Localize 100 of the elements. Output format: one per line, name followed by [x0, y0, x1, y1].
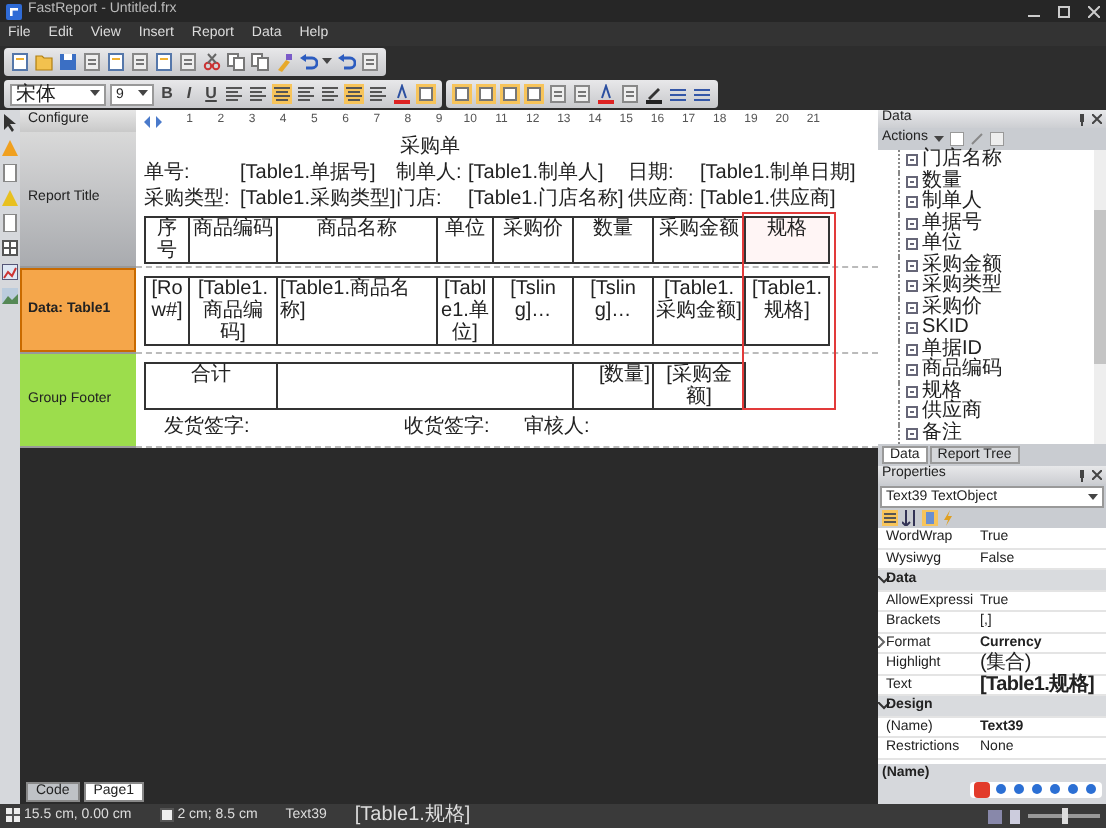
categories-icon[interactable]: [882, 510, 898, 526]
sheet-icon[interactable]: [360, 52, 380, 72]
caret-icon[interactable]: [322, 58, 332, 66]
sheet-icon[interactable]: [82, 52, 102, 72]
chevron-icon[interactable]: [878, 576, 890, 584]
sort-icon[interactable]: [902, 510, 918, 526]
lines-icon[interactable]: [668, 84, 688, 104]
data-field[interactable]: 制单人: [922, 192, 982, 213]
property-value: (集合): [980, 654, 1033, 674]
chevron-icon[interactable]: [878, 635, 886, 648]
align-icon[interactable]: [224, 84, 244, 104]
sheet-icon[interactable]: [949, 132, 964, 146]
pen-icon[interactable]: [644, 84, 664, 104]
data-field[interactable]: 规格: [922, 381, 962, 402]
slider-thumb[interactable]: [1061, 808, 1067, 824]
save-icon[interactable]: [58, 52, 78, 72]
maximize-icon[interactable]: [1058, 5, 1070, 17]
arrows-icon[interactable]: [144, 115, 162, 127]
signature-label: 发货签字:: [164, 416, 252, 438]
data-field[interactable]: 单据ID: [922, 339, 982, 360]
data-field[interactable]: 供应商: [922, 402, 982, 423]
signature-label: 审核人:: [524, 416, 592, 438]
table-cell: [Table1.采购金额]: [652, 276, 746, 346]
data-field[interactable]: 采购类型: [922, 276, 1002, 297]
page-icon[interactable]: [106, 52, 126, 72]
close-icon[interactable]: [1092, 469, 1102, 479]
align-icon[interactable]: [344, 84, 364, 104]
field-icon: [906, 259, 918, 272]
format-button[interactable]: I: [180, 84, 198, 104]
color-icon[interactable]: [596, 84, 616, 104]
field-value: [Table1.单据号]: [240, 162, 378, 184]
dot-icon: [1012, 782, 1026, 797]
field-icon: [906, 217, 918, 230]
field-label: 制单人:: [396, 162, 464, 184]
scissors-icon[interactable]: [202, 52, 222, 72]
sheet-icon[interactable]: [572, 84, 592, 104]
brush-icon[interactable]: [274, 52, 294, 72]
column-header: 采购价: [492, 216, 574, 264]
data-field[interactable]: 备注: [922, 423, 962, 444]
caret-icon[interactable]: [138, 90, 148, 98]
data-field[interactable]: 单据号: [922, 213, 982, 234]
sheet-icon[interactable]: [548, 84, 568, 104]
align-icon[interactable]: [320, 84, 340, 104]
field-icon: [906, 280, 918, 293]
field-value: [Table1.制单人]: [468, 162, 606, 184]
table-cell: [采购金额]: [652, 362, 746, 410]
chevron-icon[interactable]: [878, 702, 890, 710]
data-field[interactable]: 采购金额: [922, 255, 1002, 276]
table-cell: [数量]: [572, 362, 654, 410]
format-button[interactable]: U: [202, 84, 220, 104]
app-logo-icon: [6, 3, 22, 19]
pointer-icon[interactable]: [2, 114, 18, 132]
table-cell: [Tsling]…: [492, 276, 574, 346]
sheet-icon[interactable]: [620, 84, 640, 104]
chart-icon[interactable]: [2, 264, 18, 280]
caret-icon[interactable]: [90, 90, 100, 98]
font-combo[interactable]: 宋体: [10, 83, 106, 105]
sheet-icon[interactable]: [178, 52, 198, 72]
field-label: 门店:: [396, 188, 444, 210]
sheet-icon[interactable]: [130, 52, 150, 72]
page-icon[interactable]: [1008, 809, 1022, 823]
caret-icon[interactable]: [933, 135, 944, 143]
page-icon[interactable]: [10, 52, 30, 72]
pin-icon[interactable]: [1078, 113, 1086, 125]
color-icon[interactable]: [392, 84, 412, 104]
table-cell: [Table1.规格]: [744, 276, 830, 346]
data-field[interactable]: 采购价: [922, 297, 982, 318]
align-icon[interactable]: [296, 84, 316, 104]
field-label: 日期:: [628, 162, 676, 184]
align-icon[interactable]: [272, 84, 292, 104]
column-header: 商品编码: [188, 216, 278, 264]
signature-label: 收货签字:: [404, 416, 492, 438]
format-button[interactable]: B: [158, 84, 176, 104]
pin-icon[interactable]: [1078, 469, 1086, 481]
align-icon[interactable]: [248, 84, 268, 104]
position-icon: [6, 807, 20, 822]
close-icon[interactable]: [1092, 113, 1102, 123]
ime-toolbar[interactable]: [970, 782, 1102, 799]
field-value: [Table1.门店名称]: [468, 188, 626, 210]
picture-icon[interactable]: [2, 288, 18, 304]
data-field[interactable]: 商品编码: [922, 360, 1002, 381]
field-icon: [906, 238, 918, 251]
lines-icon[interactable]: [692, 84, 712, 104]
align-icon[interactable]: [368, 84, 388, 104]
scrollbar[interactable]: [1094, 150, 1106, 444]
caret-icon[interactable]: [1088, 493, 1098, 501]
page-icon[interactable]: [154, 52, 174, 72]
data-field[interactable]: SKID: [922, 318, 969, 339]
sheet-icon[interactable]: [989, 132, 1004, 146]
selection-frame[interactable]: [742, 212, 836, 410]
report-title: 采购单: [400, 136, 460, 158]
data-field[interactable]: 数量: [922, 171, 962, 192]
field-label: 单号:: [144, 162, 192, 184]
table-cell: [Table1.单位]: [436, 276, 494, 346]
data-field[interactable]: 门店名称: [922, 150, 1002, 171]
data-field[interactable]: 单位: [922, 234, 962, 255]
fit-icon[interactable]: [988, 809, 1002, 823]
column-header: 数量: [572, 216, 654, 264]
table-cell: 合计: [144, 362, 278, 410]
field-icon: [906, 364, 918, 377]
